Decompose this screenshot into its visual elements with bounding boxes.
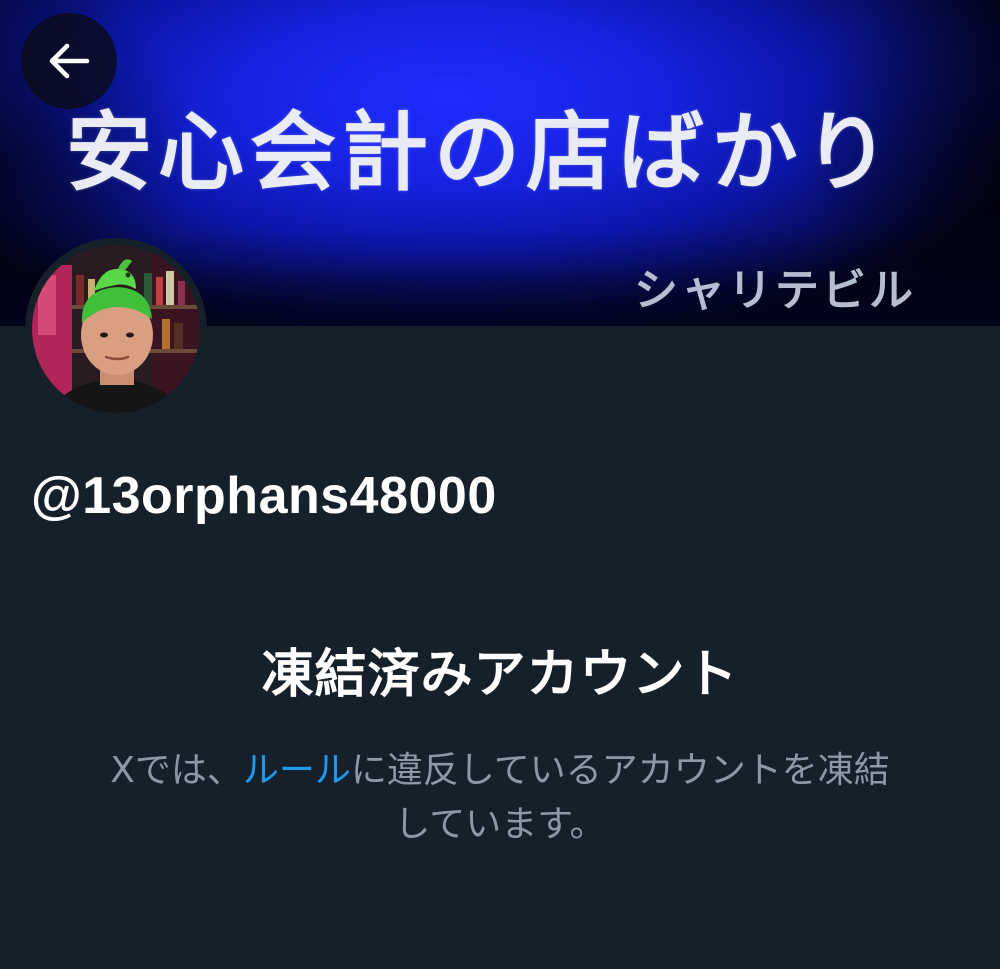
- profile-page: 安心会計の店ばかり シャリテビル @13orphans48000 凍結済みアカウ…: [0, 0, 1000, 969]
- profile-handle: @13orphans48000: [31, 467, 497, 525]
- arrow-left-icon: [45, 37, 93, 85]
- avatar[interactable]: [25, 238, 207, 420]
- rules-link[interactable]: ルール: [243, 750, 351, 791]
- suspended-title: 凍結済みアカウント: [261, 645, 739, 705]
- description-prefix: Xでは、: [110, 750, 243, 791]
- description-line2: しています。: [394, 804, 606, 845]
- avatar-image: [32, 245, 200, 413]
- description-line1-rest: に違反しているアカウントを凍結: [350, 750, 890, 791]
- back-button[interactable]: [21, 13, 117, 109]
- banner-building-name: シャリテビル: [634, 265, 916, 316]
- suspended-description: Xでは、ルールに違反しているアカウントを凍結しています。: [60, 744, 940, 852]
- banner-sign-text: 安心会計の店ばかり: [66, 103, 896, 203]
